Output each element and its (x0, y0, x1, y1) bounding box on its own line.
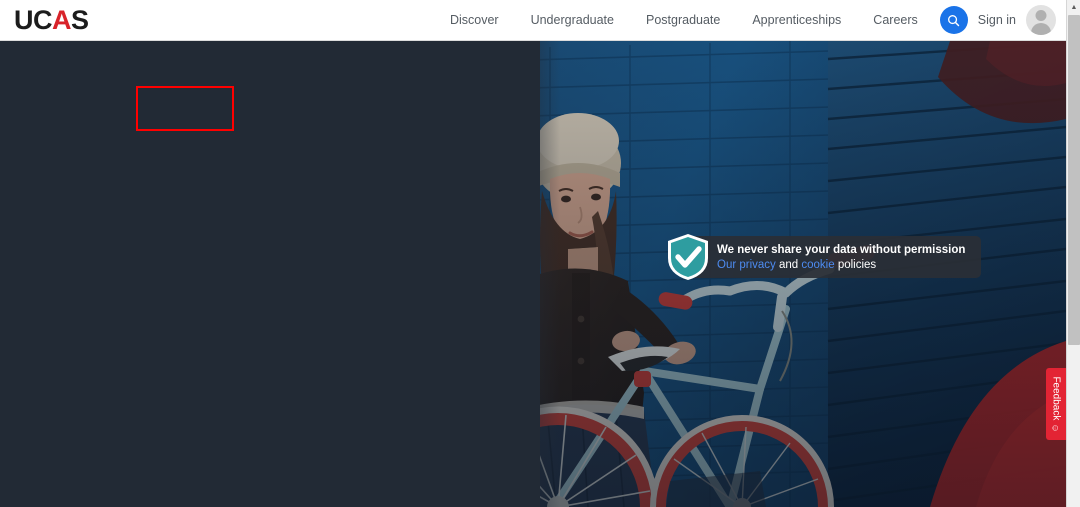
feedback-tab[interactable]: Feedback ☺ (1046, 368, 1066, 440)
logo-text-s: S (71, 4, 89, 35)
privacy-links-line: Our privacy and cookie policies (717, 259, 965, 271)
header-signin-link[interactable]: Sign in (978, 13, 1016, 27)
feedback-label: Feedback (1050, 375, 1062, 420)
hero-left-gradient (430, 41, 560, 507)
ucas-logo[interactable]: UC A S (14, 4, 89, 35)
site-header: UC A S Discover Undergraduate Postgraduate… (0, 0, 1066, 41)
nav-item-careers[interactable]: Careers (857, 13, 933, 27)
privacy-headline: We never share your data without permiss… (717, 243, 966, 256)
privacy-banner-text: We never share your data without permiss… (687, 236, 982, 278)
page-scrollbar[interactable]: ▲ (1066, 0, 1080, 507)
feedback-tab-inner: Feedback ☺ (1051, 376, 1062, 432)
privacy-banner: We never share your data without permiss… (665, 232, 982, 282)
logo-text-uc: UC (14, 4, 53, 35)
nav-item-postgraduate[interactable]: Postgraduate (630, 13, 736, 27)
shield-check-icon (668, 234, 708, 280)
scrollbar-thumb[interactable] (1068, 15, 1080, 345)
privacy-suffix: policies (834, 258, 877, 271)
nav-item-apprenticeships[interactable]: Apprenticeships (736, 13, 857, 27)
logo-chevron-a: A (52, 4, 72, 35)
search-icon (948, 14, 960, 26)
cookie-policy-link[interactable]: cookie (801, 259, 834, 271)
privacy-conjunction: and (775, 258, 802, 271)
scrollbar-up-arrow[interactable]: ▲ (1067, 0, 1080, 14)
main-navigation: Discover Undergraduate Postgraduate Appr… (434, 5, 1066, 35)
nav-item-discover[interactable]: Discover (434, 13, 515, 27)
search-button[interactable] (939, 6, 968, 34)
privacy-policy-link[interactable]: Our privacy (717, 259, 776, 271)
nav-item-undergraduate[interactable]: Undergraduate (515, 13, 630, 27)
avatar[interactable] (1026, 5, 1056, 35)
smiley-icon: ☺ (1051, 422, 1061, 433)
